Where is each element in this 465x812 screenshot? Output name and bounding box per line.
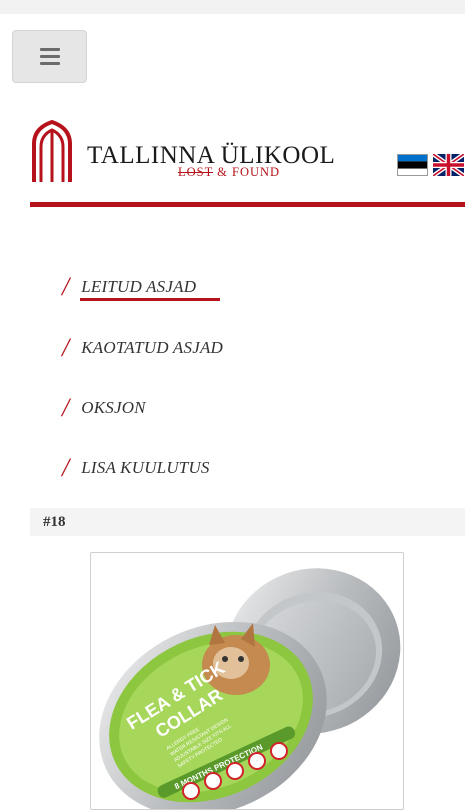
- logo-subtitle: LOST & FOUND: [178, 165, 281, 179]
- university-logo-icon: [32, 120, 72, 182]
- flea-collar-tin-image: FLEA & TICK COLLAR ALLERGY FREE WATER RE…: [99, 568, 401, 809]
- item-number: #18: [30, 508, 465, 536]
- site-logo[interactable]: TALLINNA ÜLIKOOL LOST & FOUND: [30, 120, 350, 186]
- nav-label: OKSJON: [81, 398, 146, 417]
- menu-button[interactable]: [12, 30, 87, 83]
- nav-label: LISA KUULUTUS: [81, 458, 210, 477]
- header-divider: [30, 202, 465, 207]
- slash-icon: /: [62, 453, 70, 482]
- item-photo[interactable]: FLEA & TICK COLLAR ALLERGY FREE WATER RE…: [90, 552, 404, 810]
- slash-icon: /: [62, 272, 70, 301]
- nav-item-lisa-kuulutus[interactable]: / LISA KUULUTUS: [62, 453, 210, 483]
- nav-item-oksjon[interactable]: / OKSJON: [62, 393, 146, 423]
- nav-label: LEITUD ASJAD: [81, 277, 197, 296]
- active-underline: [80, 298, 220, 301]
- nav-label: KAOTATUD ASJAD: [81, 338, 224, 357]
- nav-item-leitud-asjad[interactable]: / LEITUD ASJAD: [62, 272, 220, 302]
- slash-icon: /: [62, 333, 70, 362]
- language-switcher: [397, 154, 464, 176]
- estonian-flag-icon[interactable]: [397, 154, 428, 176]
- slash-icon: /: [62, 393, 70, 422]
- top-strip: [0, 0, 465, 14]
- hamburger-icon: [39, 48, 60, 65]
- uk-flag-icon[interactable]: [433, 154, 464, 176]
- nav-item-kaotatud-asjad[interactable]: / KAOTATUD ASJAD: [62, 333, 223, 363]
